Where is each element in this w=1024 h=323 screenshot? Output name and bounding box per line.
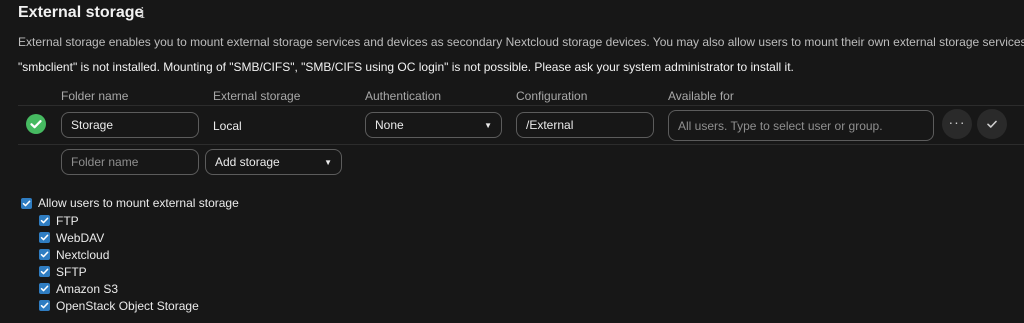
allow-user-mounting-checkbox[interactable]: Allow users to mount external storage [21, 196, 239, 210]
row-divider [18, 144, 1024, 145]
section-description: External storage enables you to mount ex… [18, 35, 1024, 49]
smbclient-warning: "smbclient" is not installed. Mounting o… [18, 60, 794, 74]
backend-checkbox-amazon-s3[interactable]: Amazon S3 [39, 280, 199, 297]
checkbox-checked-icon [39, 232, 50, 243]
backend-label: Nextcloud [56, 247, 110, 262]
checkbox-checked-icon [39, 283, 50, 294]
authentication-value: None [375, 118, 404, 132]
backend-label: WebDAV [56, 230, 105, 245]
header-available-for: Available for [668, 89, 734, 103]
checkbox-checked-icon [39, 215, 50, 226]
header-configuration: Configuration [516, 89, 588, 103]
backend-label: SFTP [56, 264, 87, 279]
available-for-input[interactable] [668, 110, 934, 141]
checkbox-checked-icon [21, 197, 32, 209]
backend-checkbox-openstack[interactable]: OpenStack Object Storage [39, 297, 199, 314]
backend-label: OpenStack Object Storage [56, 298, 199, 313]
header-folder-name: Folder name [61, 89, 129, 103]
backend-checkbox-nextcloud[interactable]: Nextcloud [39, 246, 199, 263]
external-storage-value: Local [213, 119, 242, 133]
backend-checkbox-sftp[interactable]: SFTP [39, 263, 199, 280]
add-storage-label: Add storage [215, 155, 280, 169]
header-divider [18, 105, 1024, 106]
ellipsis-icon: ··· [948, 114, 966, 130]
allow-user-mounting-label: Allow users to mount external storage [38, 196, 239, 210]
checkmark-icon [987, 120, 997, 128]
backend-label: FTP [56, 213, 79, 228]
save-button[interactable] [977, 109, 1007, 139]
section-title: External storage [18, 4, 144, 21]
more-options-button[interactable]: ··· [942, 109, 972, 139]
backend-checkbox-ftp[interactable]: FTP [39, 212, 199, 229]
configuration-input[interactable] [516, 112, 654, 138]
add-storage-select[interactable]: Add storage ▼ [205, 149, 342, 175]
header-external-storage: External storage [213, 89, 301, 103]
header-authentication: Authentication [365, 89, 442, 103]
checkbox-checked-icon [39, 266, 50, 277]
backend-label: Amazon S3 [56, 281, 119, 296]
checkbox-checked-icon [39, 249, 50, 260]
info-icon[interactable]: i [140, 4, 145, 22]
check-circle-icon [26, 114, 46, 134]
checkbox-checked-icon [39, 300, 50, 311]
backend-list: FTP WebDAV Nextcloud SFTP Amazon S3 Open… [39, 212, 199, 314]
authentication-select[interactable]: None ▼ [365, 112, 502, 138]
chevron-down-icon: ▼ [484, 120, 492, 130]
new-folder-name-input[interactable] [61, 149, 199, 175]
folder-name-input[interactable] [61, 112, 199, 138]
backend-checkbox-webdav[interactable]: WebDAV [39, 229, 199, 246]
chevron-down-icon: ▼ [324, 157, 332, 167]
